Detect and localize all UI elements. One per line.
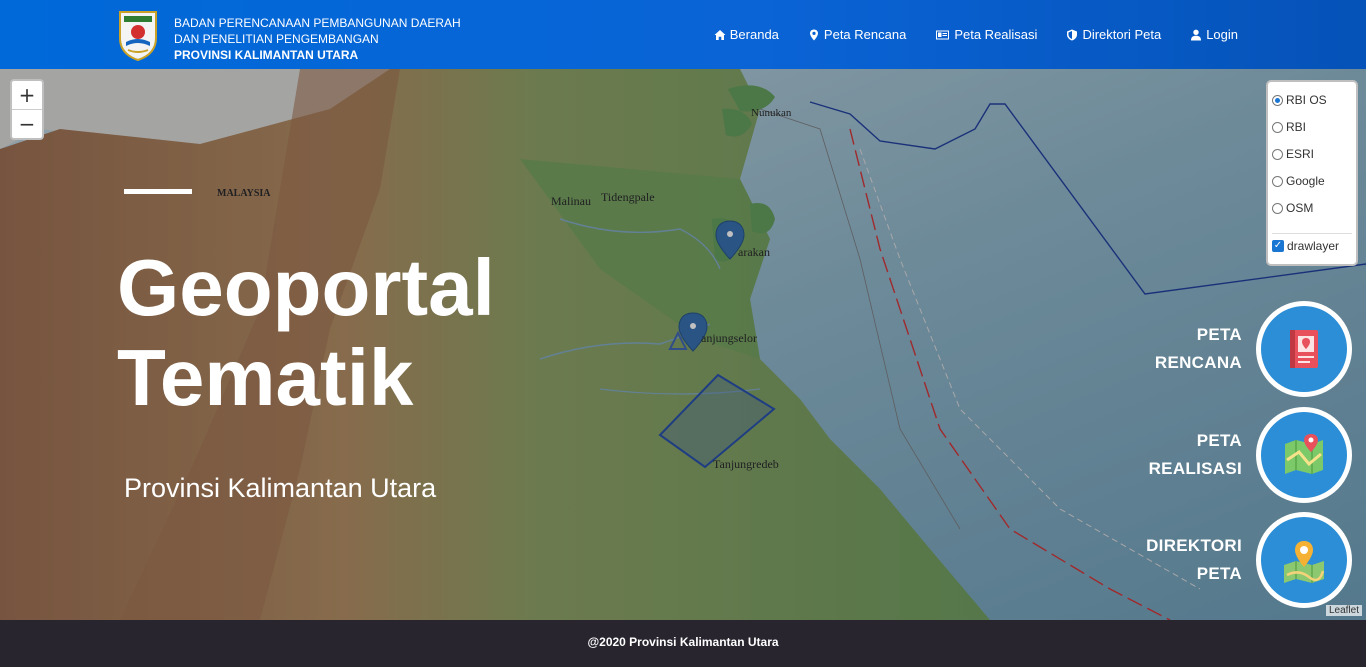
side-link-line-2: PETA <box>1196 564 1242 583</box>
user-icon <box>1191 29 1202 40</box>
nav-login-label: Login <box>1206 27 1238 42</box>
footer: @2020 Provinsi Kalimantan Utara <box>0 620 1366 667</box>
layer-option-rbi-os[interactable]: RBI OS <box>1272 93 1327 107</box>
id-card-icon <box>936 30 950 39</box>
radio-selected[interactable] <box>1272 94 1283 106</box>
nav-direktori-peta-label: Direktori Peta <box>1082 27 1162 42</box>
side-link-line-1: DIREKTORI <box>1146 536 1242 555</box>
folded-map-pin-icon <box>1285 434 1323 474</box>
zoom-control: + − <box>10 79 44 140</box>
brand-line-2: DAN PENELITIAN PENGEMBANGAN <box>174 32 379 46</box>
home-icon <box>714 29 726 40</box>
side-link-line-2: REALISASI <box>1148 459 1242 478</box>
layer-label: RBI OS <box>1286 93 1327 107</box>
layer-divider <box>1272 233 1352 234</box>
footer-copyright: @2020 Provinsi Kalimantan Utara <box>587 635 779 649</box>
radio-unselected[interactable] <box>1272 175 1283 187</box>
side-link-line-1: PETA <box>1196 431 1242 450</box>
brand-line-1: BADAN PERENCANAAN PEMBANGUNAN DAERAH <box>174 16 461 30</box>
kaltara-emblem-icon[interactable] <box>116 8 160 62</box>
nav-peta-rencana[interactable]: Peta Rencana <box>808 27 906 42</box>
layer-option-rbi[interactable]: RBI <box>1272 120 1306 134</box>
shield-icon <box>1067 29 1078 40</box>
overlay-label: drawlayer <box>1287 239 1340 253</box>
layer-label: ESRI <box>1286 147 1315 161</box>
leaflet-attribution[interactable]: Leaflet <box>1325 605 1362 616</box>
side-link-label: PETA RENCANA <box>1155 321 1242 377</box>
brand-line-3: PROVINSI KALIMANTAN UTARA <box>174 48 359 62</box>
peta-realisasi-link[interactable]: PETA REALISASI <box>1149 407 1352 503</box>
side-link-line-1: PETA <box>1196 325 1242 344</box>
radio-unselected[interactable] <box>1272 202 1283 214</box>
hero-accent-line <box>124 189 192 194</box>
layer-option-google[interactable]: Google <box>1272 174 1325 188</box>
layer-label: Google <box>1286 174 1325 188</box>
hero-title-line-1: Geoportal <box>117 243 495 332</box>
direktori-peta-button[interactable] <box>1256 512 1352 608</box>
map-location-icon <box>1284 541 1325 583</box>
peta-rencana-button[interactable] <box>1256 301 1352 397</box>
main-nav: Beranda Peta Rencana Peta Realisasi Dire… <box>714 27 1238 42</box>
hero-title: Geoportal Tematik <box>117 243 495 423</box>
brand-text[interactable]: BADAN PERENCANAAN PEMBANGUNAN DAERAH DAN… <box>174 15 461 63</box>
hero-title-line-2: Tematik <box>117 333 414 422</box>
radio-unselected[interactable] <box>1272 121 1283 133</box>
zoom-in-button[interactable]: + <box>12 81 42 109</box>
nav-peta-realisasi-label: Peta Realisasi <box>954 27 1038 42</box>
overlay-option-drawlayer[interactable]: ✓ drawlayer <box>1272 239 1339 253</box>
side-link-label: PETA REALISASI <box>1149 427 1242 483</box>
peta-realisasi-button[interactable] <box>1256 407 1352 503</box>
side-link-line-2: RENCANA <box>1154 353 1242 372</box>
nav-beranda-label: Beranda <box>729 27 779 42</box>
zoom-out-button[interactable]: − <box>12 109 42 138</box>
hero-subtitle: Provinsi Kalimantan Utara <box>124 473 437 503</box>
layer-option-esri[interactable]: ESRI <box>1272 147 1314 161</box>
peta-rencana-link[interactable]: PETA RENCANA <box>1155 301 1352 397</box>
nav-login[interactable]: Login <box>1190 27 1238 42</box>
nav-peta-rencana-label: Peta Rencana <box>823 27 907 42</box>
nav-direktori-peta[interactable]: Direktori Peta <box>1066 27 1161 42</box>
book-map-icon <box>1290 330 1318 368</box>
layer-switcher: RBI OS RBI ESRI Google OSM ✓ drawlayer <box>1266 80 1358 266</box>
radio-unselected[interactable] <box>1272 148 1283 160</box>
nav-peta-realisasi[interactable]: Peta Realisasi <box>935 27 1037 42</box>
checkbox-checked-icon[interactable]: ✓ <box>1272 240 1284 252</box>
map-marker-icon <box>809 29 818 40</box>
direktori-peta-link[interactable]: DIREKTORI PETA <box>1146 512 1352 608</box>
layer-label: RBI <box>1286 120 1307 134</box>
side-link-label: DIREKTORI PETA <box>1146 532 1242 588</box>
layer-option-osm[interactable]: OSM <box>1272 201 1313 215</box>
navbar: BADAN PERENCANAAN PEMBANGUNAN DAERAH DAN… <box>0 0 1366 69</box>
nav-beranda[interactable]: Beranda <box>714 27 779 42</box>
layer-label: OSM <box>1286 201 1314 215</box>
